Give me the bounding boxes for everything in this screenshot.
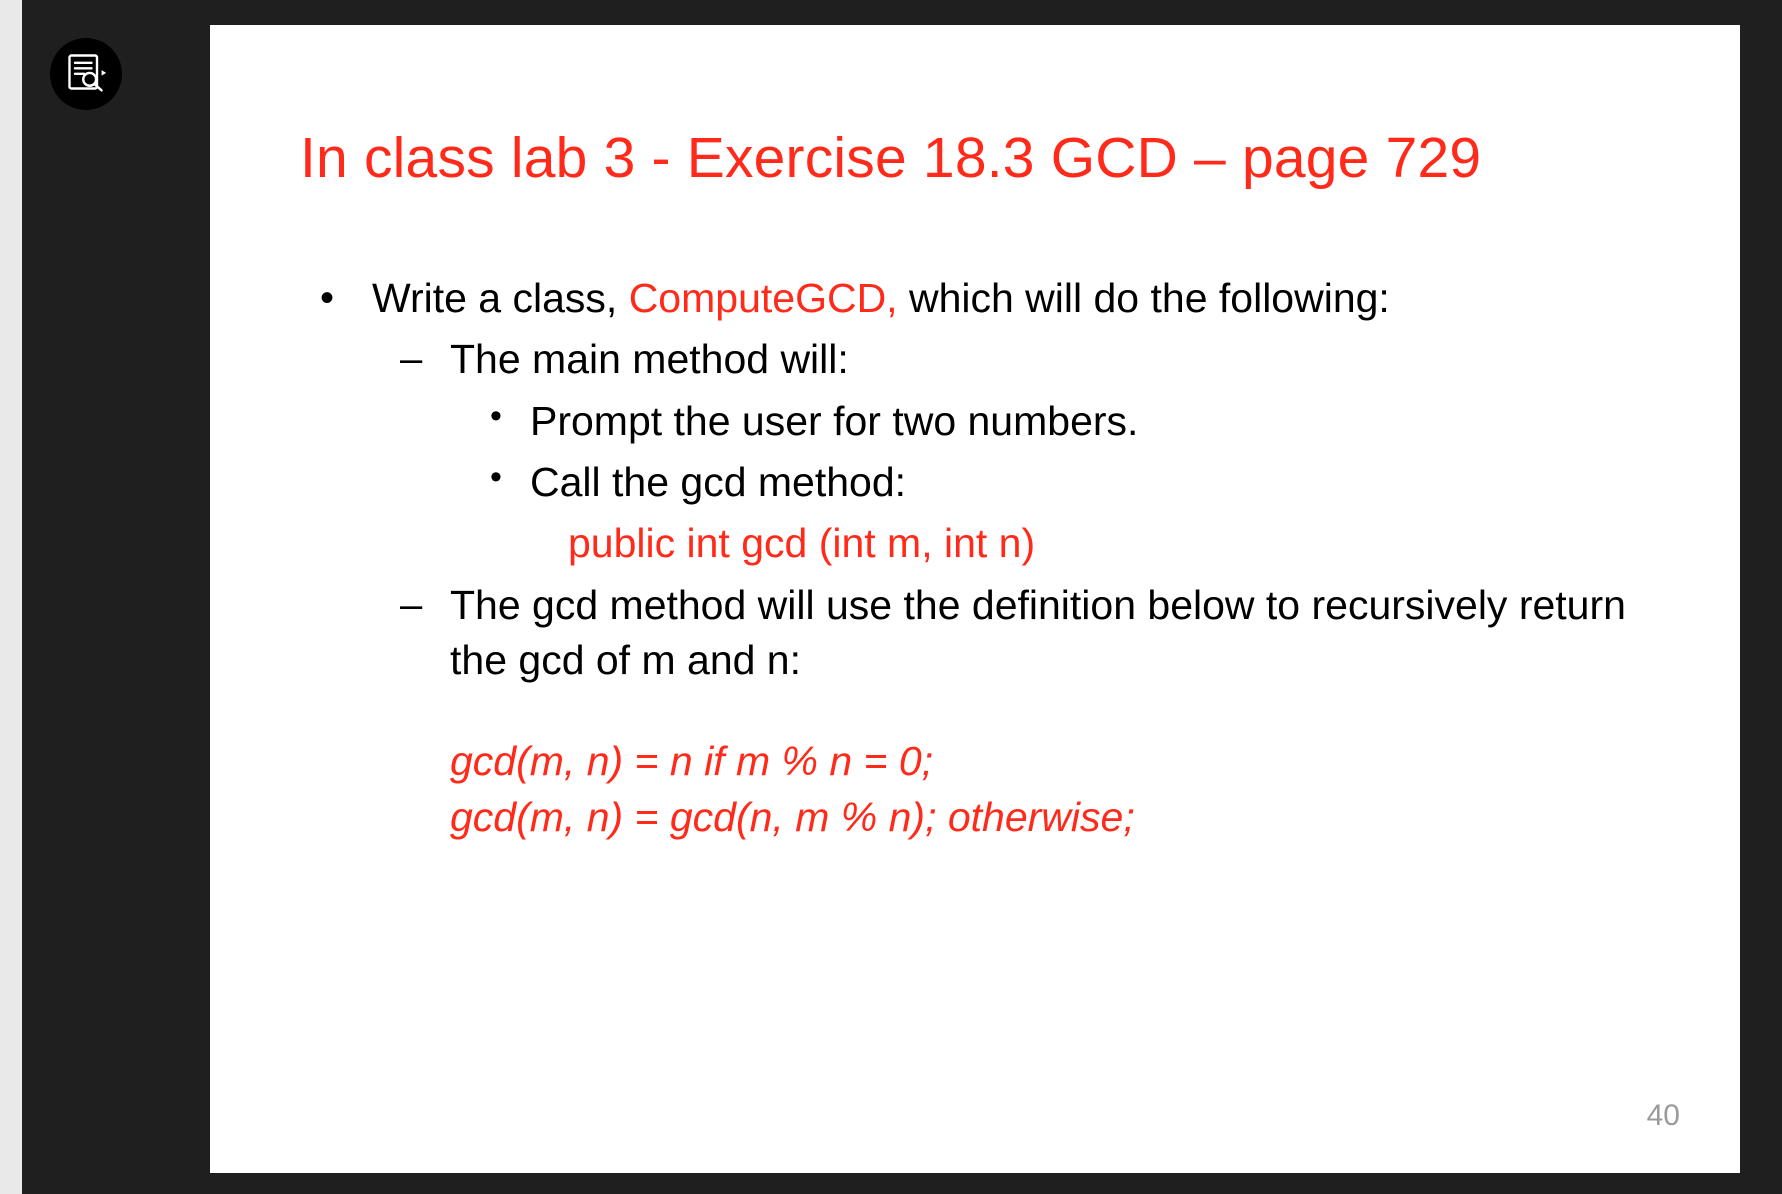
bullet-write-class: Write a class, ComputeGCD, which will do… [300, 271, 1660, 326]
definition-line-1: gcd(m, n) = n if m % n = 0; [450, 734, 1660, 789]
gcd-recursive-definition: gcd(m, n) = n if m % n = 0; gcd(m, n) = … [300, 734, 1660, 845]
class-name: ComputeGCD, [629, 275, 898, 321]
page-number: 40 [1647, 1099, 1680, 1133]
bullet-call-gcd: Call the gcd method: [300, 455, 1660, 510]
slide: In class lab 3 - Exercise 18.3 GCD – pag… [210, 25, 1740, 1173]
bullet-main-method: The main method will: [300, 332, 1660, 387]
definition-line-2: gcd(m, n) = gcd(n, m % n); otherwise; [450, 790, 1660, 845]
bullet-text-post: which will do the following: [898, 275, 1390, 321]
bullet-prompt-user: Prompt the user for two numbers. [300, 394, 1660, 449]
presentation-viewport: In class lab 3 - Exercise 18.3 GCD – pag… [0, 0, 1782, 1194]
preview-search-icon [64, 50, 108, 99]
bullet-gcd-definition: The gcd method will use the definition b… [300, 578, 1660, 689]
scroll-gutter[interactable] [0, 0, 22, 1194]
bullet-text-pre: Write a class, [372, 275, 629, 321]
preview-search-button[interactable] [50, 38, 122, 110]
slide-body: Write a class, ComputeGCD, which will do… [300, 271, 1660, 845]
method-signature: public int gcd (int m, int n) [300, 516, 1660, 571]
slide-title: In class lab 3 - Exercise 18.3 GCD – pag… [300, 125, 1660, 191]
